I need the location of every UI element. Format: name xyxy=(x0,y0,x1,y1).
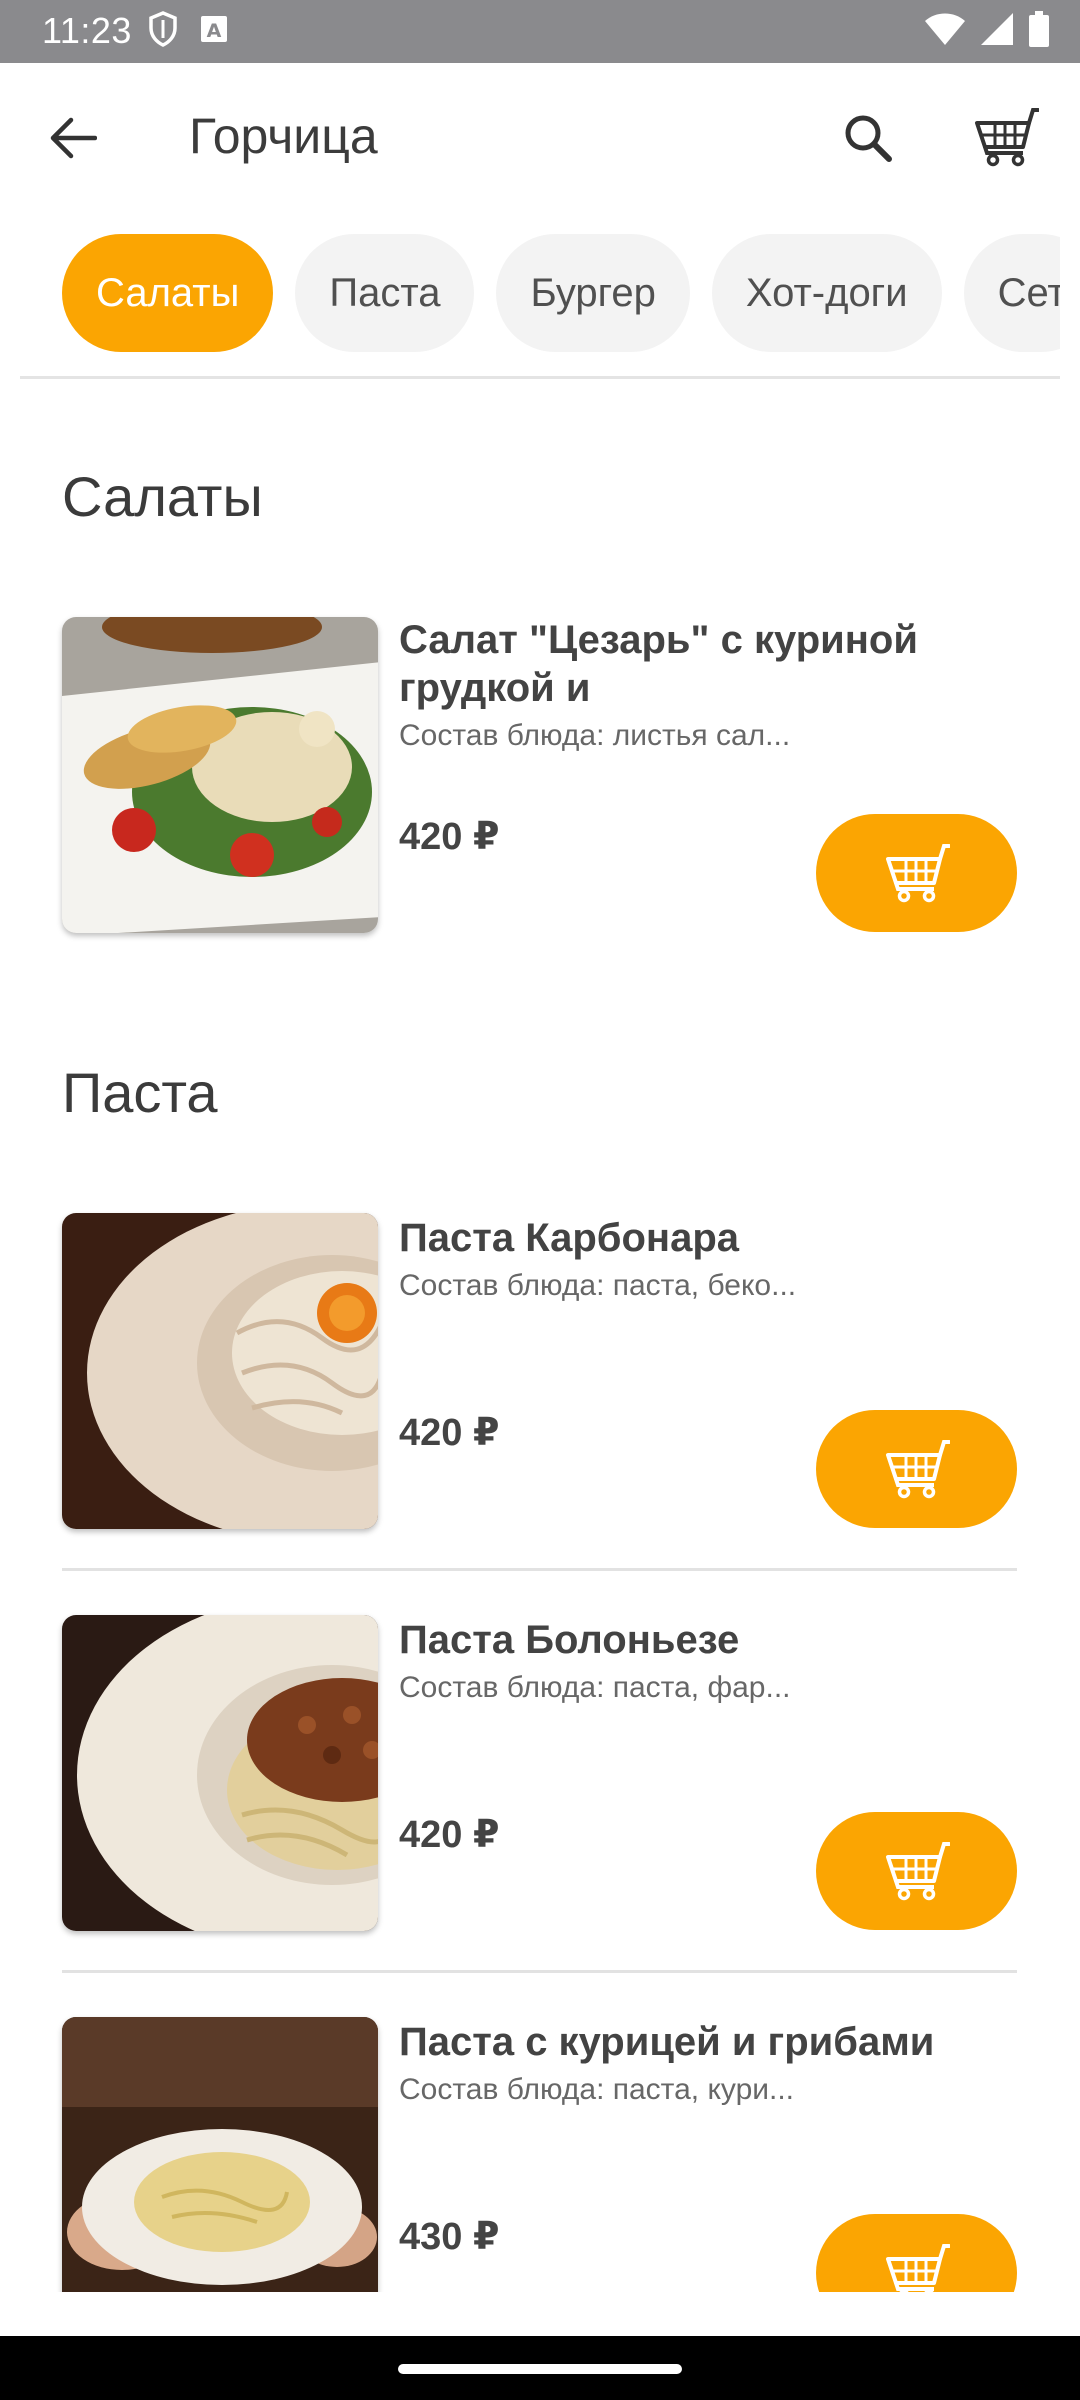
section-title-pasta: Паста xyxy=(62,1061,218,1124)
home-gesture-handle[interactable] xyxy=(398,2364,682,2374)
caesar-salad-photo[interactable] xyxy=(62,617,378,933)
wifi-icon xyxy=(924,12,966,51)
search-button[interactable] xyxy=(833,103,903,173)
back-button[interactable] xyxy=(40,105,106,171)
item-name[interactable]: Салат "Цезарь" с куриной грудкой и xyxy=(399,616,1019,712)
item-price: 420 ₽ xyxy=(399,1814,500,1856)
font-a-icon: A xyxy=(200,15,228,48)
search-icon xyxy=(845,115,892,162)
app-bar: Горчица xyxy=(0,63,1080,211)
shield-icon xyxy=(148,10,178,52)
item-divider xyxy=(62,1568,1017,1571)
item-name[interactable]: Паста Карбонара xyxy=(399,1214,1019,1262)
item-price: 420 ₽ xyxy=(399,816,500,858)
cart-icon xyxy=(885,844,950,903)
add-to-cart-button[interactable] xyxy=(816,2214,1017,2292)
status-bar: 11:23 A xyxy=(0,0,1080,63)
page-title: Горчица xyxy=(189,108,378,164)
item-divider xyxy=(62,1970,1017,1973)
item-name[interactable]: Паста Болоньезе xyxy=(399,1616,1019,1664)
category-chip-salads[interactable]: Салаты xyxy=(62,234,274,352)
category-chip-hotdogs[interactable]: Хот-доги xyxy=(711,234,942,352)
chicken-mushroom-pasta-photo[interactable] xyxy=(62,2017,378,2292)
cart-icon xyxy=(885,1440,950,1499)
add-to-cart-button[interactable] xyxy=(816,814,1017,932)
svg-text:A: A xyxy=(207,20,222,42)
item-price: 420 ₽ xyxy=(399,1412,500,1454)
signal-icon xyxy=(980,12,1014,51)
status-time: 11:23 xyxy=(42,10,132,51)
system-nav-bar xyxy=(0,2336,1080,2400)
item-description: Состав блюда: листья сал... xyxy=(399,719,791,752)
menu-list[interactable]: Салаты Салат "Цезарь" с куриной грудкой … xyxy=(0,380,1080,2292)
status-right-icons xyxy=(924,10,1050,52)
bolognese-photo[interactable] xyxy=(62,1615,378,1931)
back-arrow-icon xyxy=(50,117,97,159)
chips-divider xyxy=(20,376,1060,379)
item-description: Состав блюда: паста, кури... xyxy=(399,2073,795,2106)
cart-icon xyxy=(885,2244,950,2292)
category-tabs: Салаты Паста Бургер Хот-доги Сет xyxy=(62,234,1060,352)
item-name[interactable]: Паста с курицей и грибами xyxy=(399,2018,1019,2066)
category-chip-pasta[interactable]: Паста xyxy=(295,234,475,352)
item-description: Состав блюда: паста, беко... xyxy=(399,1269,797,1302)
section-title-salads: Салаты xyxy=(62,465,263,528)
status-left-icons: A xyxy=(148,10,228,52)
cart-button[interactable] xyxy=(968,99,1044,175)
item-description: Состав блюда: паста, фар... xyxy=(399,1671,791,1704)
carbonara-photo[interactable] xyxy=(62,1213,378,1529)
add-to-cart-button[interactable] xyxy=(816,1812,1017,1930)
add-to-cart-button[interactable] xyxy=(816,1410,1017,1528)
category-chip-burger[interactable]: Бургер xyxy=(496,234,690,352)
item-price: 430 ₽ xyxy=(399,2216,500,2258)
cart-icon xyxy=(885,1842,950,1901)
cart-icon xyxy=(975,108,1039,167)
category-chip-sets[interactable]: Сет xyxy=(963,234,1060,352)
battery-icon xyxy=(1028,10,1050,52)
